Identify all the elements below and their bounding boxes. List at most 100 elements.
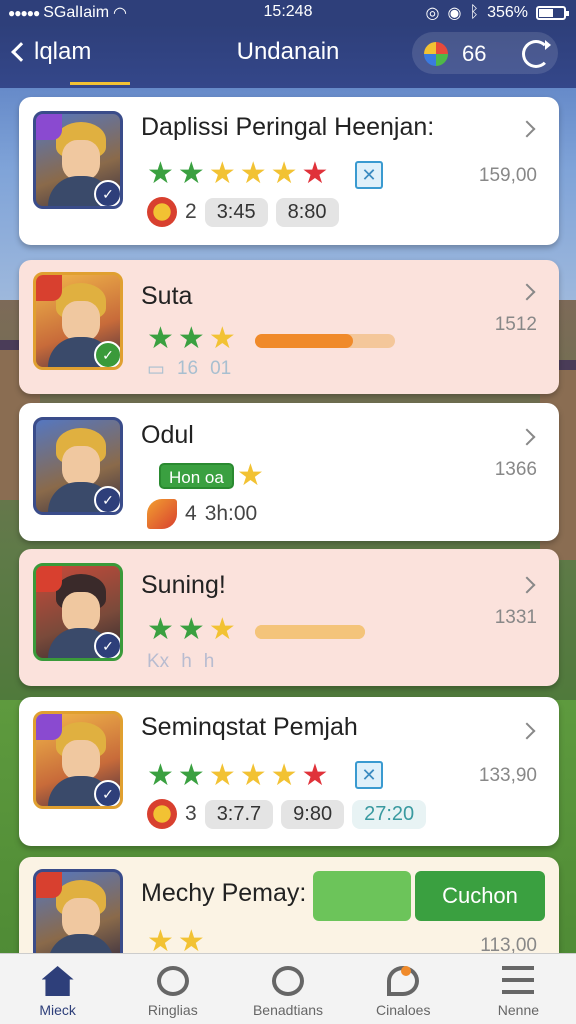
hero-avatar: ✓	[33, 417, 123, 515]
active-underline	[70, 82, 130, 85]
star-icon: ★	[239, 157, 267, 190]
rank-badge-icon	[36, 714, 62, 740]
level-tag: Hon oa	[159, 463, 234, 489]
chevron-right-icon[interactable]	[518, 120, 536, 138]
stat-pill: 8:80	[275, 197, 339, 227]
progress-fill	[255, 334, 353, 348]
status-bar: ●●●●● SGalIaim ◠ 15:248 ◎ ◉ ᛒ 356%	[0, 0, 576, 24]
star-icon: ★	[177, 613, 205, 646]
stat-number: 2	[185, 200, 197, 223]
card-title: Mechy Pemay:	[141, 879, 307, 907]
score-value: 1331	[494, 607, 537, 628]
star-icon: ★	[237, 459, 264, 492]
stat-pill: 27:20	[352, 799, 427, 829]
star-rating: ★ ★ ★ ★ ★ ★	[147, 159, 328, 189]
hero-avatar: ✓	[33, 272, 123, 370]
rank-badge-icon	[36, 872, 62, 898]
tab-label: Benadtians	[252, 1002, 324, 1018]
role-icon: ✓	[94, 780, 120, 806]
alarm-icon: ◉	[447, 5, 462, 22]
avatar-face	[62, 592, 100, 632]
tab-menu[interactable]: Nenne	[461, 954, 576, 1024]
star-icon: ★	[301, 157, 329, 190]
bottom-tab-bar: Mieck Ringlias Benadtians Cinaloes Nenne	[0, 953, 576, 1024]
stat-number: 3	[185, 802, 197, 825]
avatar-face	[62, 140, 100, 180]
role-icon: ✓	[94, 180, 120, 206]
sword-icon[interactable]: ✕	[355, 761, 383, 789]
tab-label: Nenne	[497, 1002, 540, 1018]
star-rating: ★	[237, 461, 264, 491]
stat-row: 4 3h:00	[147, 499, 257, 529]
chevron-right-icon[interactable]	[518, 283, 536, 301]
chevron-right-icon[interactable]	[518, 576, 536, 594]
stat-row: 3 3:7.7 9:80 27:20	[147, 799, 427, 829]
rank-badge-icon	[36, 566, 62, 592]
faded-stat: 16	[176, 358, 199, 379]
star-icon: ★	[147, 322, 174, 355]
list-item[interactable]: ✓ Odul Hon oa ★ 1366 4 3h:00	[19, 403, 559, 541]
avatar-body	[48, 934, 114, 953]
stat-value: 3h:00	[204, 502, 258, 525]
faded-stats: ▭ 16 01	[147, 358, 231, 381]
star-icon: ★	[208, 759, 236, 792]
list-item[interactable]: ✓ Suning! ★ ★ ★ 1331 Kx h h	[19, 549, 559, 686]
star-icon: ★	[177, 759, 205, 792]
score-value: 159,00	[478, 165, 537, 186]
secondary-button[interactable]	[313, 871, 411, 921]
tab-rings[interactable]: Ringlias	[115, 954, 230, 1024]
card-title: Seminqstat Pemjah	[141, 713, 358, 741]
crossed-swords-icon	[272, 966, 304, 996]
tab-label: Ringlias	[147, 1002, 198, 1018]
chevron-right-icon[interactable]	[518, 428, 536, 446]
gem-icon	[424, 42, 448, 66]
chevron-right-icon[interactable]	[518, 722, 536, 740]
list-item[interactable]: ✓ Daplissi Peringal Heenjan: ★ ★ ★ ★ ★ ★…	[19, 97, 559, 245]
list-item[interactable]: ✓ Seminqstat Pemjah ★ ★ ★ ★ ★ ★ ✕ 133,90…	[19, 697, 559, 846]
list-item[interactable]: ✓ Suta ★ ★ ★ 1512 ▭ 16 01	[19, 260, 559, 394]
star-icon: ★	[147, 759, 174, 792]
progress-bar	[255, 334, 395, 348]
star-icon: ★	[177, 157, 205, 190]
stat-pill: 9:80	[281, 799, 345, 829]
progress-bar	[255, 625, 365, 639]
stat-pill: 3:45	[204, 197, 268, 227]
star-icon: ★	[147, 925, 174, 954]
star-rating: ★ ★ ★ ★ ★ ★	[147, 761, 328, 791]
star-icon: ★	[270, 759, 298, 792]
tab-battles[interactable]: Benadtians	[230, 954, 345, 1024]
role-icon: ✓	[94, 632, 120, 658]
sword-icon[interactable]: ✕	[355, 161, 383, 189]
chat-icon	[387, 966, 420, 996]
hero-avatar	[33, 869, 123, 953]
medal-icon	[147, 799, 177, 829]
star-icon: ★	[177, 322, 205, 355]
battery-percent: 356%	[487, 4, 528, 21]
rank-badge-icon	[36, 114, 62, 140]
tab-home[interactable]: Mieck	[0, 954, 115, 1024]
card-title: Suning!	[141, 571, 226, 599]
tab-label: Cinaloes	[375, 1002, 431, 1018]
star-rating: ★ ★ ★	[147, 615, 236, 645]
currency-count: 66	[462, 41, 487, 66]
top-header: lqlam Undanain 66	[0, 24, 576, 88]
score-value: 133,90	[478, 765, 537, 786]
faded-stat: h	[203, 651, 215, 672]
primary-button[interactable]: Cuchon	[415, 871, 545, 921]
avatar-face	[62, 898, 100, 938]
faded-stat: 01	[210, 358, 232, 379]
stat-row: 2 3:45 8:80	[147, 197, 339, 227]
list-item[interactable]: Mechy Pemay: Cuchon ★ ★ 113,00	[19, 857, 559, 953]
score-value: 1366	[494, 459, 537, 480]
star-icon: ★	[208, 322, 236, 355]
hero-avatar: ✓	[33, 711, 123, 809]
role-icon: ✓	[94, 341, 120, 367]
notification-dot	[401, 966, 412, 976]
tab-chat[interactable]: Cinaloes	[346, 954, 461, 1024]
avatar-face	[62, 446, 100, 486]
bolt-icon	[147, 499, 177, 529]
refresh-icon[interactable]	[522, 40, 551, 68]
star-icon: ★	[270, 157, 298, 190]
battery-level	[539, 9, 554, 17]
star-icon: ★	[301, 759, 329, 792]
